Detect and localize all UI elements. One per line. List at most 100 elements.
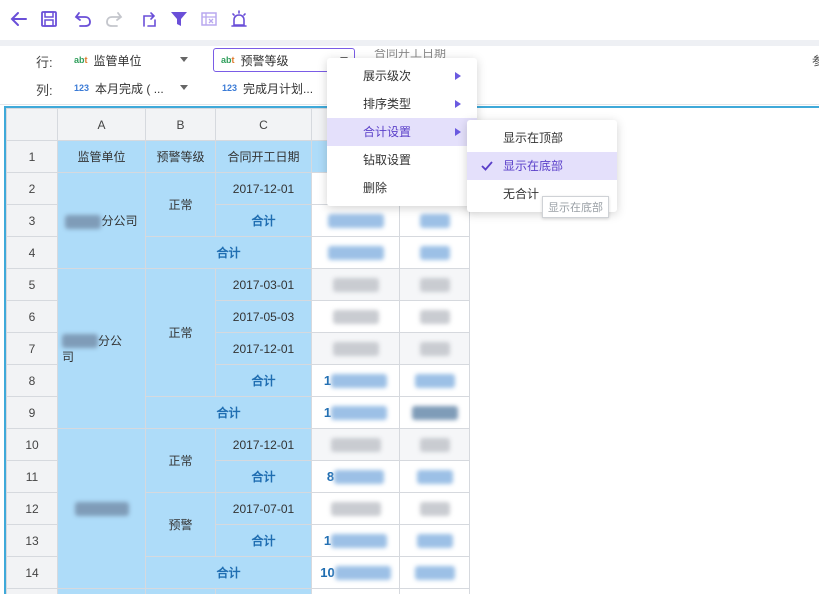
col-header-b[interactable]: B xyxy=(146,109,216,141)
date-cell[interactable]: 2017-05-03 xyxy=(216,301,312,333)
value-cell[interactable] xyxy=(400,365,470,397)
header-unit[interactable]: 监管单位 xyxy=(58,141,146,173)
redacted-value xyxy=(415,374,455,388)
menu-item-label: 展示级次 xyxy=(363,69,411,83)
value-cell[interactable] xyxy=(400,397,470,429)
row-number[interactable]: 5 xyxy=(7,269,58,301)
date-cell[interactable]: 2017-12-01 xyxy=(216,429,312,461)
back-arrow-icon[interactable] xyxy=(8,8,30,30)
swap-icon[interactable] xyxy=(138,8,160,30)
subtotal-label[interactable]: 合计 xyxy=(216,461,312,493)
row-number[interactable]: 7 xyxy=(7,333,58,365)
row-number[interactable]: 14 xyxy=(7,557,58,589)
row-number[interactable]: 9 xyxy=(7,397,58,429)
col-field-plan-done[interactable]: 123 完成月计划... xyxy=(222,77,332,99)
total-label[interactable]: 合计 xyxy=(146,557,312,589)
row-number[interactable]: 8 xyxy=(7,365,58,397)
row-number[interactable]: 2 xyxy=(7,173,58,205)
value-cell[interactable] xyxy=(400,237,470,269)
undo-icon[interactable] xyxy=(72,8,94,30)
freeze-icon[interactable] xyxy=(198,8,220,30)
filter-icon[interactable] xyxy=(168,8,190,30)
date-cell[interactable]: 2017-12-01 xyxy=(216,173,312,205)
value-cell[interactable] xyxy=(400,525,470,557)
menu-item-drill-settings[interactable]: 钻取设置 xyxy=(327,146,477,174)
alert-icon[interactable] xyxy=(228,8,250,30)
redo-icon[interactable] xyxy=(103,8,125,30)
col-field-month-done[interactable]: 123 本月完成 ( ... xyxy=(74,77,194,99)
value-cell[interactable]: 1 xyxy=(312,397,400,429)
menu-item-sort-type[interactable]: 排序类型 xyxy=(327,90,477,118)
corner-cell[interactable] xyxy=(7,109,58,141)
grade-cell[interactable]: 正常 xyxy=(146,269,216,397)
row-number[interactable]: 6 xyxy=(7,301,58,333)
date-cell[interactable]: 2017-12-01 xyxy=(216,333,312,365)
redacted-value xyxy=(333,278,379,292)
value-cell[interactable] xyxy=(400,269,470,301)
submenu-item-label: 显示在顶部 xyxy=(503,131,563,145)
subtotal-label[interactable]: 合计 xyxy=(216,205,312,237)
menu-item-label: 排序类型 xyxy=(363,97,411,111)
chevron-down-icon[interactable] xyxy=(180,85,188,90)
row-fields-label: 行: xyxy=(36,52,53,71)
row-number[interactable]: 13 xyxy=(7,525,58,557)
value-cell[interactable]: 10 xyxy=(312,557,400,589)
unit-cell[interactable] xyxy=(58,589,146,594)
value-cell[interactable] xyxy=(312,429,400,461)
value-cell[interactable] xyxy=(312,237,400,269)
submenu-arrow-icon xyxy=(455,72,461,80)
value-cell[interactable] xyxy=(400,461,470,493)
row-number[interactable]: 12 xyxy=(7,493,58,525)
date-cell[interactable]: 2017-07-01 xyxy=(216,493,312,525)
menu-item-delete[interactable]: 删除 xyxy=(327,174,477,202)
value-cell[interactable]: 1 xyxy=(312,365,400,397)
menu-item-display-level[interactable]: 展示级次 xyxy=(327,62,477,90)
unit-cell[interactable]: 分公司 xyxy=(58,269,146,429)
chevron-down-icon[interactable] xyxy=(180,57,188,62)
unit-cell[interactable]: 分公司 xyxy=(58,173,146,269)
total-label[interactable]: 合计 xyxy=(146,237,312,269)
date-cell[interactable]: 2017-03-01 xyxy=(216,269,312,301)
value-cell[interactable] xyxy=(312,205,400,237)
col-header-c[interactable]: C xyxy=(216,109,312,141)
subtotal-label[interactable]: 合计 xyxy=(216,525,312,557)
value-cell[interactable] xyxy=(400,205,470,237)
row-number[interactable]: 1 xyxy=(7,141,58,173)
row-field-unit[interactable]: abt 监管单位 xyxy=(74,49,194,71)
submenu-item-label: 显示在底部 xyxy=(503,159,563,173)
submenu-item-show-bottom[interactable]: 显示在底部 xyxy=(467,152,617,180)
unit-cell[interactable] xyxy=(58,429,146,589)
row-number[interactable]: 11 xyxy=(7,461,58,493)
row-number[interactable] xyxy=(7,589,58,594)
date-cell[interactable] xyxy=(216,589,312,594)
grade-cell[interactable] xyxy=(146,589,216,594)
header-date[interactable]: 合同开工日期 xyxy=(216,141,312,173)
subtotal-label[interactable]: 合计 xyxy=(216,365,312,397)
total-label[interactable]: 合计 xyxy=(146,397,312,429)
value-cell[interactable]: 1 xyxy=(312,525,400,557)
value-cell[interactable] xyxy=(312,493,400,525)
value-cell[interactable] xyxy=(312,301,400,333)
row-number[interactable]: 3 xyxy=(7,205,58,237)
value-cell[interactable] xyxy=(400,589,470,594)
value-cell[interactable] xyxy=(400,333,470,365)
value-cell[interactable] xyxy=(400,557,470,589)
submenu-item-show-top[interactable]: 显示在顶部 xyxy=(467,124,617,152)
value-cell[interactable] xyxy=(312,269,400,301)
grade-cell[interactable]: 正常 xyxy=(146,429,216,493)
value-cell[interactable] xyxy=(400,429,470,461)
value-cell[interactable]: 8 xyxy=(312,461,400,493)
col-field-label: 本月完成 ( ... xyxy=(95,80,164,97)
save-icon[interactable] xyxy=(38,8,60,30)
row-number[interactable]: 4 xyxy=(7,237,58,269)
value-cell[interactable] xyxy=(400,301,470,333)
grade-cell[interactable]: 正常 xyxy=(146,173,216,237)
col-header-a[interactable]: A xyxy=(58,109,146,141)
header-grade[interactable]: 预警等级 xyxy=(146,141,216,173)
grade-cell[interactable]: 预警 xyxy=(146,493,216,557)
menu-item-total-settings[interactable]: 合计设置 xyxy=(327,118,477,146)
value-cell[interactable] xyxy=(312,333,400,365)
value-cell[interactable] xyxy=(312,589,400,594)
value-cell[interactable] xyxy=(400,493,470,525)
row-number[interactable]: 10 xyxy=(7,429,58,461)
